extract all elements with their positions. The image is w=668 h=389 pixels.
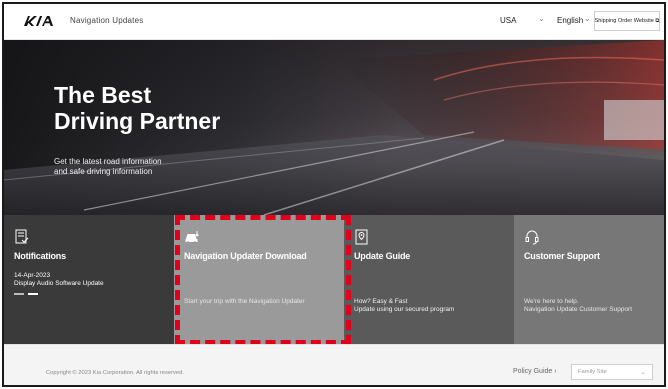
tile-description-line: Update using our secured program <box>354 306 455 313</box>
chevron-down-icon[interactable]: ⌄ <box>584 14 591 23</box>
headset-icon <box>525 230 539 245</box>
site-footer: Copyright © 2023 Kia Corporation. All ri… <box>4 344 664 385</box>
feature-tiles: Notifications 14-Apr-2023 Display Audio … <box>4 215 664 344</box>
hero-title-line: The Best <box>54 82 152 108</box>
browser-frame: Navigation Updates USA ⌄ English ⌄ Shipp… <box>2 2 666 387</box>
tile-description: Start your trip with the Navigation Upda… <box>184 298 305 305</box>
car-download-icon <box>185 231 199 244</box>
copyright-text: Copyright © 2023 Kia Corporation. All ri… <box>46 370 184 376</box>
chevron-down-icon[interactable]: ⌄ <box>538 14 545 23</box>
shipping-order-website-button[interactable]: Shipping Order Website ⧉ <box>594 11 660 31</box>
kia-logo[interactable] <box>22 14 58 28</box>
hero-subtitle-line: Get the latest road information <box>54 157 162 166</box>
tile-description-line: We're here to help. <box>524 298 579 305</box>
tile-notifications[interactable]: Notifications 14-Apr-2023 Display Audio … <box>4 215 174 344</box>
notification-date: 14-Apr-2023 <box>14 272 51 279</box>
carousel-indicator[interactable] <box>14 293 44 296</box>
tile-title: Notifications <box>14 251 66 261</box>
hero-banner: The Best Driving Partner Get the latest … <box>4 40 664 215</box>
notification-link[interactable]: Display Audio Software Update <box>14 280 104 287</box>
tile-title: Navigation Updater Download <box>184 251 307 261</box>
family-site-select[interactable]: Family Site ⌄ <box>571 364 653 380</box>
carousel-dot[interactable] <box>14 293 24 295</box>
carousel-dot-active[interactable] <box>28 293 38 295</box>
chevron-down-icon: ⌄ <box>640 369 646 376</box>
map-pin-guide-icon <box>355 229 368 245</box>
tile-description: How? Easy & Fast Update using our secure… <box>354 298 454 314</box>
family-site-label: Family Site <box>578 369 607 375</box>
brand-subtitle: Navigation Updates <box>70 16 144 25</box>
language-select[interactable]: English <box>557 16 583 25</box>
tile-description-line: Navigation Update Customer Support <box>524 306 633 313</box>
notification-checklist-icon <box>15 229 29 244</box>
tile-title: Customer Support <box>524 251 600 261</box>
tile-update-guide[interactable]: Update Guide How? Easy & Fast Update usi… <box>344 215 514 344</box>
policy-guide-link[interactable]: Policy Guide › <box>513 368 557 375</box>
country-select[interactable]: USA <box>500 16 516 25</box>
tile-description: We're here to help. Navigation Update Cu… <box>524 298 632 314</box>
hero-title: The Best Driving Partner <box>54 82 220 134</box>
hero-title-line: Driving Partner <box>54 108 221 134</box>
hero-subtitle-line: and safe driving information <box>54 166 153 176</box>
site-header: Navigation Updates USA ⌄ English ⌄ Shipp… <box>4 4 664 40</box>
tile-title: Update Guide <box>354 251 411 261</box>
tile-navigation-updater-download[interactable]: Navigation Updater Download Start your t… <box>174 215 344 344</box>
tile-customer-support[interactable]: Customer Support We're here to help. Nav… <box>514 215 664 344</box>
tile-description-line: How? Easy & Fast <box>354 298 408 305</box>
hero-subtitle: Get the latest road information and safe… <box>54 157 162 176</box>
